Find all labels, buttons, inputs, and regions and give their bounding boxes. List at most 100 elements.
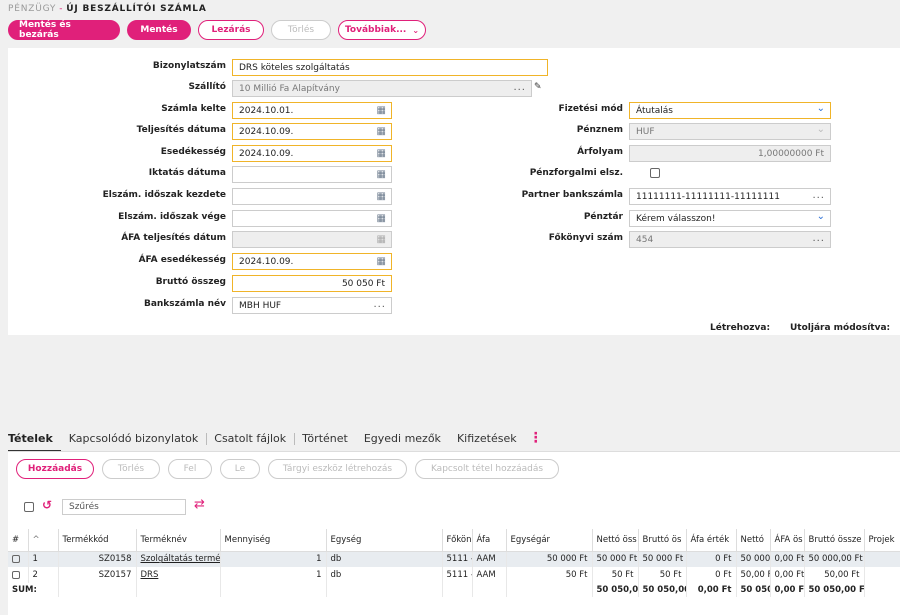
row-checkbox[interactable] [8,551,29,567]
main-toolbar: Mentés és bezárás Mentés Lezárás Törlés … [8,20,426,40]
calendar-icon[interactable]: ▦ [377,213,386,224]
move-up-button: Fel [168,459,212,479]
bankszamla-nev-value: MBH HUF [239,300,282,311]
col-header-termekkod[interactable]: Termékkód [58,529,137,552]
col-header-afa-osszeg[interactable]: ÁFA ös [770,529,805,552]
edit-icon[interactable]: ✎ [534,82,542,92]
row-afa-ertek: 0 Ft [686,567,737,583]
calendar-icon[interactable]: ▦ [377,169,386,180]
col-header-afa[interactable]: Áfa [472,529,507,552]
row-checkbox[interactable] [8,567,29,583]
row-afa-osszeg: 0,00 Ft [770,567,805,583]
tab-tetelek[interactable]: Tételek [8,432,61,452]
szallito-input[interactable]: 10 Millió Fa Alapítvány... [232,80,532,97]
fizetesi-mod-label: Fizetési mód [558,104,623,114]
teljesites-input[interactable]: 2024.10.09. ▦ [232,123,392,140]
save-button[interactable]: Mentés [127,20,191,40]
tab-tortenet[interactable]: Történet [294,432,356,445]
bankszamla-nev-label: Bankszámla név [143,299,226,309]
tab-csatolt[interactable]: Csatolt fájlok [206,432,294,445]
col-header-netto[interactable]: Nettó öss [592,529,639,552]
calendar-icon[interactable]: ▦ [377,191,386,202]
arfolyam-value: 1,00000000 Ft [758,148,824,159]
penzforgalmi-label: Pénzforgalmi elsz. [529,168,623,178]
row-index: 2 [28,567,59,583]
breadcrumb-module[interactable]: PÉNZÜGY [8,4,56,14]
created-label: Létrehozva: [710,323,771,333]
col-header-brutto[interactable]: Bruttó ös [638,529,687,552]
tab-kifizetesek[interactable]: Kifizetések [449,432,525,445]
col-header-egysegar[interactable]: Egységár [506,529,593,552]
tab-kapcsolodo[interactable]: Kapcsolódó bizonylatok [61,432,206,445]
tab-egyedi[interactable]: Egyedi mezők [356,432,449,445]
teljesites-value: 2024.10.09. [239,126,294,137]
bankszamla-nev-input[interactable]: MBH HUF... [232,297,392,314]
lookup-dots-icon[interactable]: ... [812,233,825,244]
row-termeknev-link[interactable]: DRS [136,567,221,583]
fokonyvi-szam-value: 454 [636,234,654,245]
bizonylatszam-input[interactable]: DRS köteles szolgáltatás [232,59,548,76]
col-header-egyseg[interactable]: Egység [326,529,443,552]
afa-teljesites-input: ▦ [232,231,392,248]
fokonyvi-szam-input[interactable]: 454... [629,231,831,248]
calendar-icon[interactable]: ▦ [377,126,386,137]
lookup-dots-icon[interactable]: ... [812,190,825,201]
reset-filter-icon[interactable]: ↺ [42,498,52,512]
fizetesi-mod-select[interactable]: Átutalás ⌄ [629,102,831,119]
col-header-termeknev[interactable]: Terméknév [136,529,221,552]
row-fokonyv: 5111 - [442,567,473,583]
idoszak-vege-input[interactable]: ▦ [232,210,392,227]
table-row[interactable]: 2 SZ0157 DRS 1 db 5111 - AAM 50 Ft 50 Ft… [8,567,900,583]
brutto-input[interactable]: 50 050 Ft [232,275,392,292]
partner-bankszamla-input[interactable]: 11111111-11111111-11111111... [629,188,831,205]
more-label: Továbbiak... [344,25,407,35]
sum-afa: 0,00 Ft [686,583,737,597]
col-header-index[interactable]: # [8,529,29,552]
afa-esedekesseg-input[interactable]: 2024.10.09. ▦ [232,253,392,270]
idoszak-vege-label: Elszám. időszak vége [118,212,226,222]
row-egysegar: 50 000 Ft [506,551,593,567]
kebab-menu-icon[interactable]: ⋮ [529,430,543,446]
calendar-icon[interactable]: ▦ [377,256,386,267]
szamla-kelte-input[interactable]: 2024.10.01. ▦ [232,102,392,119]
col-header-mennyiseg[interactable]: Mennyiség [220,529,327,552]
esedekesseg-label: Esedékesség [160,147,226,157]
row-afa-ertek: 0 Ft [686,551,737,567]
idoszak-kezdete-input[interactable]: ▦ [232,188,392,205]
lookup-dots-icon[interactable]: ... [373,299,386,310]
add-item-button[interactable]: Hozzáadás [16,459,94,479]
chevron-down-icon[interactable]: ⌄ [817,211,825,222]
calendar-icon[interactable]: ▦ [377,148,386,159]
sort-asc-icon[interactable]: ^ [28,529,59,552]
select-all-checkbox[interactable] [24,502,34,512]
penztar-select[interactable]: Kérem válasszon! ⌄ [629,210,831,227]
swap-arrows-icon[interactable]: ⇄ [194,497,205,512]
breadcrumb-separator: - [59,4,64,14]
calendar-icon[interactable]: ▦ [377,105,386,116]
row-projekt [864,567,900,583]
calendar-icon: ▦ [376,234,386,245]
col-header-fokonyv[interactable]: Főkön [442,529,473,552]
col-header-netto2[interactable]: Nettó [736,529,771,552]
lookup-dots-icon[interactable]: ... [513,82,526,93]
more-button[interactable]: Továbbiak... ⌄ [338,20,426,40]
save-close-button[interactable]: Mentés és bezárás [8,20,120,40]
bizonylatszam-value: DRS köteles szolgáltatás [239,62,350,73]
iktatas-input[interactable]: ▦ [232,166,392,183]
chevron-down-icon[interactable]: ⌄ [817,103,825,114]
col-header-afa-ertek[interactable]: Áfa érték [686,529,737,552]
col-header-projekt[interactable]: Projek [864,529,900,552]
penznem-select: HUF ⌄ [629,123,831,140]
sum-row: SUM: 50 050,00 F 50 050,00 F 0,00 Ft 50 … [8,583,900,597]
esedekesseg-input[interactable]: 2024.10.09. ▦ [232,145,392,162]
filter-input[interactable]: Szűrés [62,499,186,515]
row-netto2: 50 000, [736,551,771,567]
penzforgalmi-checkbox[interactable] [650,168,660,178]
row-afa-osszeg: 0,00 Ft [770,551,805,567]
idoszak-kezdete-label: Elszám. időszak kezdete [102,190,226,200]
col-header-brutto2[interactable]: Bruttó össze [804,529,865,552]
row-termeknev-link[interactable]: Szolgáltatás termék [136,551,221,567]
table-row[interactable]: 1 SZ0158 Szolgáltatás termék 1 db 5111 -… [8,551,900,567]
row-netto: 50 Ft [592,567,639,583]
close-invoice-button[interactable]: Lezárás [198,20,264,40]
